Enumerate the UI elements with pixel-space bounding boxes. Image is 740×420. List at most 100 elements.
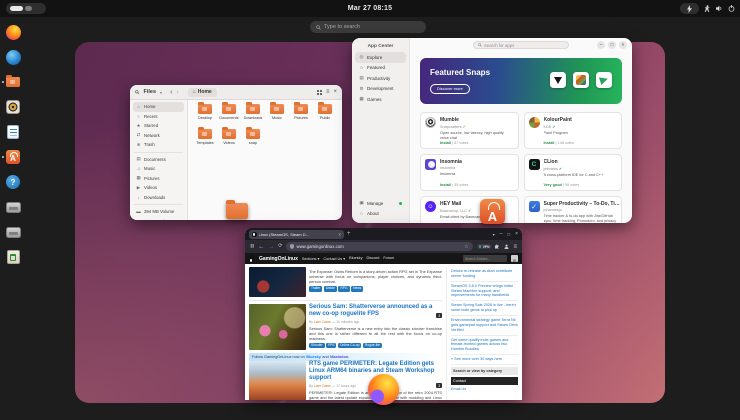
folder-snap[interactable]: snap [241,127,265,150]
menu-icon[interactable]: ≡ [513,244,517,250]
featured-app-icon-3[interactable] [596,72,612,88]
app-card-super-productivity[interactable]: ✓ Super Productivity – To-Do, Time Track… [523,196,622,223]
nav-contact-us[interactable]: Contact Us ▾ [323,256,345,261]
sidebar-item-music[interactable]: ♫ Music [133,164,184,174]
folder-pictures[interactable]: Pictures [289,102,313,125]
bookmark-star-icon[interactable]: ☆ [464,244,468,250]
sidebar-link[interactable]: Get some quality indie games and female-… [451,336,518,356]
author-link[interactable]: Liam Dawe [314,384,331,388]
sidebar-link[interactable]: Environmental strategy game Terra Nil ge… [451,316,518,336]
dock-volume-1[interactable] [5,199,21,215]
comment-count-badge[interactable]: 3 [436,383,442,388]
dock-libreoffice-writer[interactable] [5,124,21,140]
sidebar-item-starred[interactable]: ★ Starred [133,121,184,131]
app-card-mumble[interactable]: Mumble Snapcrafters ✔ Open source, low l… [420,112,519,149]
site-brand[interactable]: GamingOnLinux [259,256,298,262]
nav-bluesky[interactable]: Bluesky [349,256,362,261]
breadcrumb[interactable]: ⌂ Home [187,87,217,97]
sidebar-link-see-more[interactable]: » See more over 30 days here [451,355,518,366]
maximize-icon[interactable]: □ [608,41,616,49]
article-tag[interactable]: Rogue-lite [362,343,382,349]
nav-forum[interactable]: Forum [383,256,394,261]
sidebar-item-pictures[interactable]: ▦ Pictures [133,174,184,184]
forward-button[interactable]: › [176,89,178,96]
files-window[interactable]: Files ▾ ‹ › ⌂ Home ≡ × ⌂ Home ○ Recent ★ St… [130,85,342,220]
sidebar-item-videos[interactable]: ▶ Videos [133,183,184,193]
nav-sections[interactable]: Sections ▾ [302,256,320,261]
article-tag[interactable]: Trailer [309,286,323,292]
overview-search-bar[interactable]: Type to search [310,21,426,33]
reload-icon[interactable]: ⟳ [278,244,282,249]
account-icon[interactable] [504,244,509,249]
author-link[interactable]: Liam Dawe [314,320,331,324]
firefox-view-icon[interactable]: ▥ [250,244,254,249]
accessibility-icon[interactable] [704,5,711,12]
featured-app-icon-2[interactable] [573,72,589,88]
dock-files[interactable] [2,74,21,90]
featured-snaps-banner[interactable]: Featured Snaps Discover more [420,58,622,104]
app-center-window[interactable]: App Center ◎ Explore ☆ Featured ▤ Productiv… [352,38,632,223]
folder-templates[interactable]: Templates [193,127,217,150]
clock[interactable]: Mar 27 08:15 [0,5,740,12]
folder-downloads[interactable]: Downloads [241,102,265,125]
article-thumbnail[interactable] [249,304,306,350]
article-expanse[interactable]: The Expanse: Osiris Reborn is a story-dr… [249,267,442,301]
vpn-extension-badge[interactable]: VPN [476,244,492,249]
folder-desktop[interactable]: Desktop [193,102,217,125]
app-search-input[interactable]: Search for apps [473,40,569,50]
dock-thunderbird[interactable] [5,49,21,65]
article-headline[interactable]: Serious Sam: Shatterverse announced as a… [309,304,442,318]
sidebar-item-network[interactable]: ⇄ Network [133,131,184,141]
files-app-title[interactable]: Files [144,89,157,95]
contact-bar[interactable]: Contact [451,377,518,386]
site-logo-penguin[interactable] [249,254,255,263]
minimize-icon[interactable]: – [597,41,605,49]
sidebar-item-trash[interactable]: ⊗ Trash [133,140,184,150]
sidebar-link[interactable]: SteamOS 3.8.0 Preview brings initial Ste… [451,282,518,302]
dock-rhythmbox[interactable] [5,99,21,115]
sidebar-item-volume-394mb[interactable]: ▬ 394 MB Volume [133,207,184,217]
article-tag[interactable]: Shooter [309,343,325,349]
app-card-insomnia[interactable]: Insomnia insomnia Insomnia Install | 35 … [420,154,519,191]
folder-documents[interactable]: Documents [217,102,241,125]
sidebar-item-downloads[interactable]: ↓ Downloads [133,193,184,203]
nav-about[interactable]: ○ About [355,209,406,220]
email-us-link[interactable]: Email Us [451,385,518,393]
article-tag[interactable]: RPG [338,286,350,292]
comment-count-badge[interactable]: 3 [436,313,442,318]
volume-icon[interactable] [716,5,723,12]
tab-close-icon[interactable]: × [338,232,341,237]
back-button[interactable]: ‹ [170,89,172,96]
article-tag[interactable]: FPS [326,343,337,349]
folder-videos[interactable]: Videos [217,127,241,150]
dock-firefox[interactable] [5,24,21,40]
nav-games[interactable]: ▦ Games [355,94,406,105]
grid-view-icon[interactable] [316,89,322,95]
article-perimeter[interactable]: RTS game PERIMETER: Legate Edition gets … [249,361,442,400]
power-profile-pill[interactable] [680,3,699,14]
back-icon[interactable]: ← [258,244,264,250]
article-thumbnail[interactable] [249,267,306,297]
files-window-app-badge[interactable] [226,200,248,219]
nav-development[interactable]: ⚙ Development [355,84,406,95]
close-icon[interactable]: × [619,41,627,49]
user-avatar[interactable] [511,255,518,262]
menu-icon[interactable]: ≡ [326,89,330,95]
forward-icon[interactable]: → [268,244,274,250]
featured-app-icon-1[interactable] [550,72,566,88]
article-tag[interactable]: News [351,286,364,292]
firefox-window-app-badge[interactable] [368,374,399,405]
app-center-window-app-badge[interactable]: A [480,199,505,224]
nav-productivity[interactable]: ▤ Productivity [355,73,406,84]
search-icon[interactable] [135,89,140,95]
folder-public[interactable]: Public [313,102,337,125]
site-search-input[interactable]: Search Articles... [463,255,507,262]
nav-manage[interactable]: ▣ Manage [355,198,406,209]
app-card-clion[interactable]: C CLion jetbrains ✔ A cross-platform IDE… [523,154,622,191]
extensions-puzzle-icon[interactable] [495,244,500,249]
browser-tab[interactable]: Linux (SteamOS, Steam D… × [249,229,344,239]
new-tab-button[interactable]: + [347,231,351,237]
mastodon-link[interactable]: Mastodon. [330,355,349,359]
bluesky-link[interactable]: Bluesky [306,355,321,359]
dock-trash[interactable] [5,249,21,265]
